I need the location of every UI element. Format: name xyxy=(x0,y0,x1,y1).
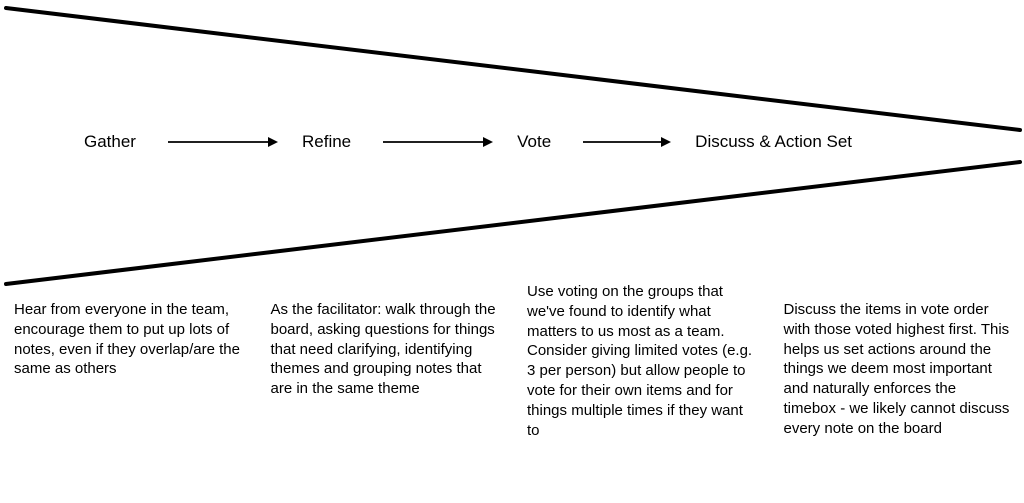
stage-description-gather: Hear from everyone in the team, encourag… xyxy=(14,300,241,440)
stage-descriptions: Hear from everyone in the team, encourag… xyxy=(14,300,1010,440)
stage-flow: Gather Refine Vote Discuss & Action Set xyxy=(0,132,1024,152)
stage-label-discuss: Discuss & Action Set xyxy=(695,132,852,152)
stage-label-gather: Gather xyxy=(84,132,136,152)
stage-description-refine: As the facilitator: walk through the boa… xyxy=(271,300,498,440)
arrow-icon xyxy=(168,135,278,149)
arrow-icon xyxy=(583,135,671,149)
stage-label-vote: Vote xyxy=(517,132,551,152)
stage-description-vote: Use voting on the groups that we've foun… xyxy=(527,282,754,440)
arrow-icon xyxy=(383,135,493,149)
stage-label-refine: Refine xyxy=(302,132,351,152)
stage-description-discuss: Discuss the items in vote order with tho… xyxy=(784,300,1011,440)
